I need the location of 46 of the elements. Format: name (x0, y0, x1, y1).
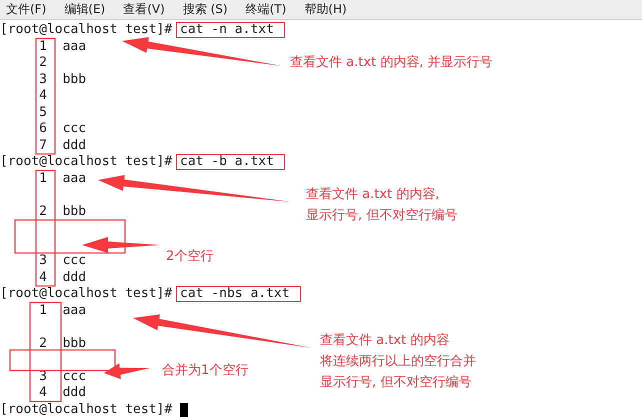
file-line-text: aaa (62, 302, 86, 319)
file-line-text: ccc (62, 253, 86, 270)
file-line-text: ddd (62, 138, 86, 154)
menu-item[interactable]: 帮助(H) (304, 1, 347, 18)
line-number: 3 (38, 72, 47, 88)
file-line-text: bbb (62, 336, 86, 352)
file-line-text: ccc (62, 121, 86, 138)
annotation-note: 查看文件 a.txt 的内容, 显示行号, 但不对空行编号 (306, 186, 458, 225)
annotation-note: 2个空行 (166, 248, 214, 266)
annotation-note: 合并为1个空行 (162, 362, 248, 380)
file-line-text: ddd (62, 270, 86, 286)
annotation-note: 查看文件 a.txt 的内容 将连续两行以上的空行合并 显示行号, 但不对空行编号 (320, 332, 476, 392)
line-number: 4 (38, 270, 47, 286)
line-number: 1 (38, 302, 47, 319)
shell-prompt: [root@localhost test]# (0, 22, 172, 38)
file-line-text: ddd (62, 385, 86, 402)
menu-item[interactable]: 终端(T) (246, 1, 286, 18)
file-line-text: aaa (62, 38, 86, 55)
file-line-text: aaa (62, 170, 86, 187)
file-line-text: bbb (62, 72, 86, 88)
line-number: 1 (38, 170, 47, 187)
line-number: 2 (38, 336, 47, 352)
line-number: 1 (38, 38, 47, 55)
shell-prompt: [root@localhost test]# (0, 402, 172, 418)
line-number: 6 (38, 121, 47, 138)
line-number: 2 (38, 55, 47, 72)
menu-item[interactable]: 编辑(E) (64, 1, 106, 18)
command-text: cat -n a.txt (176, 22, 285, 38)
line-number: 4 (38, 88, 47, 104)
shell-prompt: [root@localhost test]# (0, 286, 172, 302)
text-cursor (180, 402, 188, 417)
shell-prompt: [root@localhost test]# (0, 154, 172, 170)
file-line-text: ccc (62, 368, 86, 385)
line-number: 2 (38, 204, 47, 220)
menu-item[interactable]: 文件(F) (6, 1, 46, 18)
line-number: 4 (38, 385, 47, 402)
annotation-note: 查看文件 a.txt 的内容, 并显示行号 (290, 54, 493, 72)
line-number: 7 (38, 138, 47, 154)
file-line-text: bbb (62, 204, 86, 220)
line-number: 5 (38, 104, 47, 121)
menu-item[interactable]: 搜索 (S) (182, 1, 228, 18)
arrow (104, 363, 150, 380)
command-text: cat -nbs a.txt (176, 286, 301, 302)
command-text: cat -b a.txt (176, 154, 285, 170)
menu-item[interactable]: 查看(V) (123, 1, 165, 18)
line-number: 3 (38, 253, 47, 270)
